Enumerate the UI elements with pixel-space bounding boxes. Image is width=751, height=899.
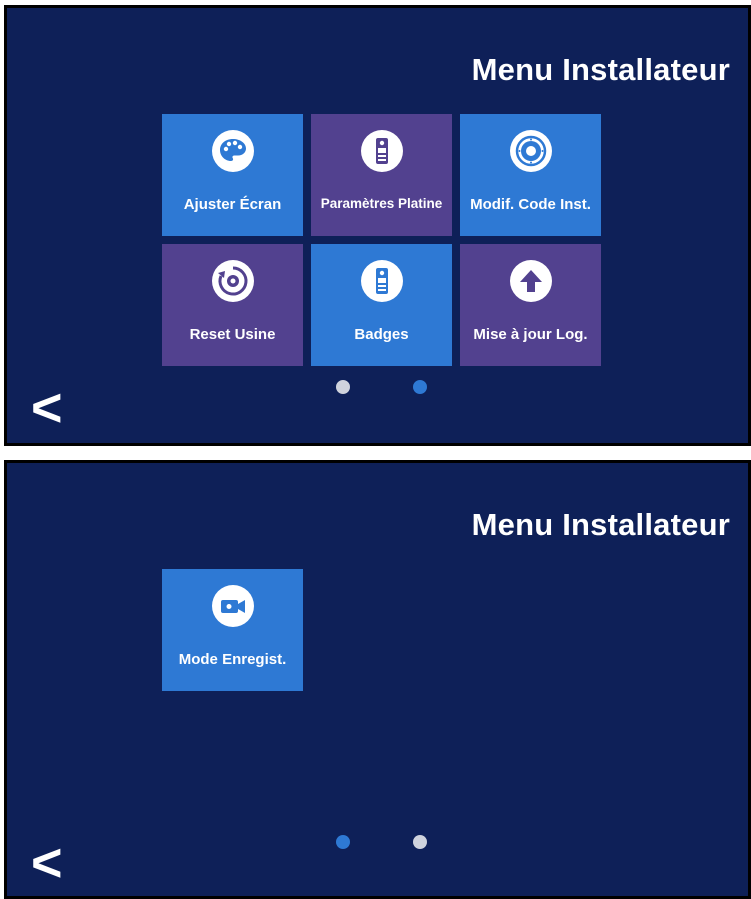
tile-label: Mise à jour Log. [473,326,588,343]
tile-reset-usine[interactable]: Reset Usine [162,244,303,366]
upload-arrow-icon [509,260,552,302]
tile-label: Reset Usine [189,326,276,343]
palette-icon [211,130,254,172]
tile-label: Modif. Code Inst. [470,196,591,213]
installer-menu-screen-page-1: Menu Installateur Mode Enregist. < [4,460,751,899]
factory-reset-icon [211,260,254,302]
video-camera-icon [211,585,254,627]
dial-lock-icon [509,130,552,172]
tile-mode-enregist[interactable]: Mode Enregist. [162,569,303,691]
back-button[interactable]: < [31,381,63,435]
page-title: Menu Installateur [471,52,730,87]
page-title: Menu Installateur [471,507,730,542]
tile-label: Mode Enregist. [178,651,287,668]
tile-ajuster-ecran[interactable]: Ajuster Écran [162,114,303,236]
page-dot-1[interactable] [336,380,350,394]
door-station-icon [360,260,403,302]
tile-parametres-platine[interactable]: Paramètres Platine [311,114,452,236]
door-station-icon [360,130,403,172]
back-button[interactable]: < [31,836,63,890]
tile-label: Badges [354,326,409,343]
page-dot-1-active[interactable] [336,835,350,849]
tile-label: Ajuster Écran [183,196,282,213]
tile-badges[interactable]: Badges [311,244,452,366]
installer-menu-screen-page-2: Menu Installateur Ajuster Écran Paramètr… [4,5,751,446]
tile-modif-code-inst[interactable]: Modif. Code Inst. [460,114,601,236]
tile-mise-a-jour-log[interactable]: Mise à jour Log. [460,244,601,366]
tile-label: Paramètres Platine [320,196,443,211]
page-dot-2[interactable] [413,835,427,849]
page-dot-2-active[interactable] [413,380,427,394]
